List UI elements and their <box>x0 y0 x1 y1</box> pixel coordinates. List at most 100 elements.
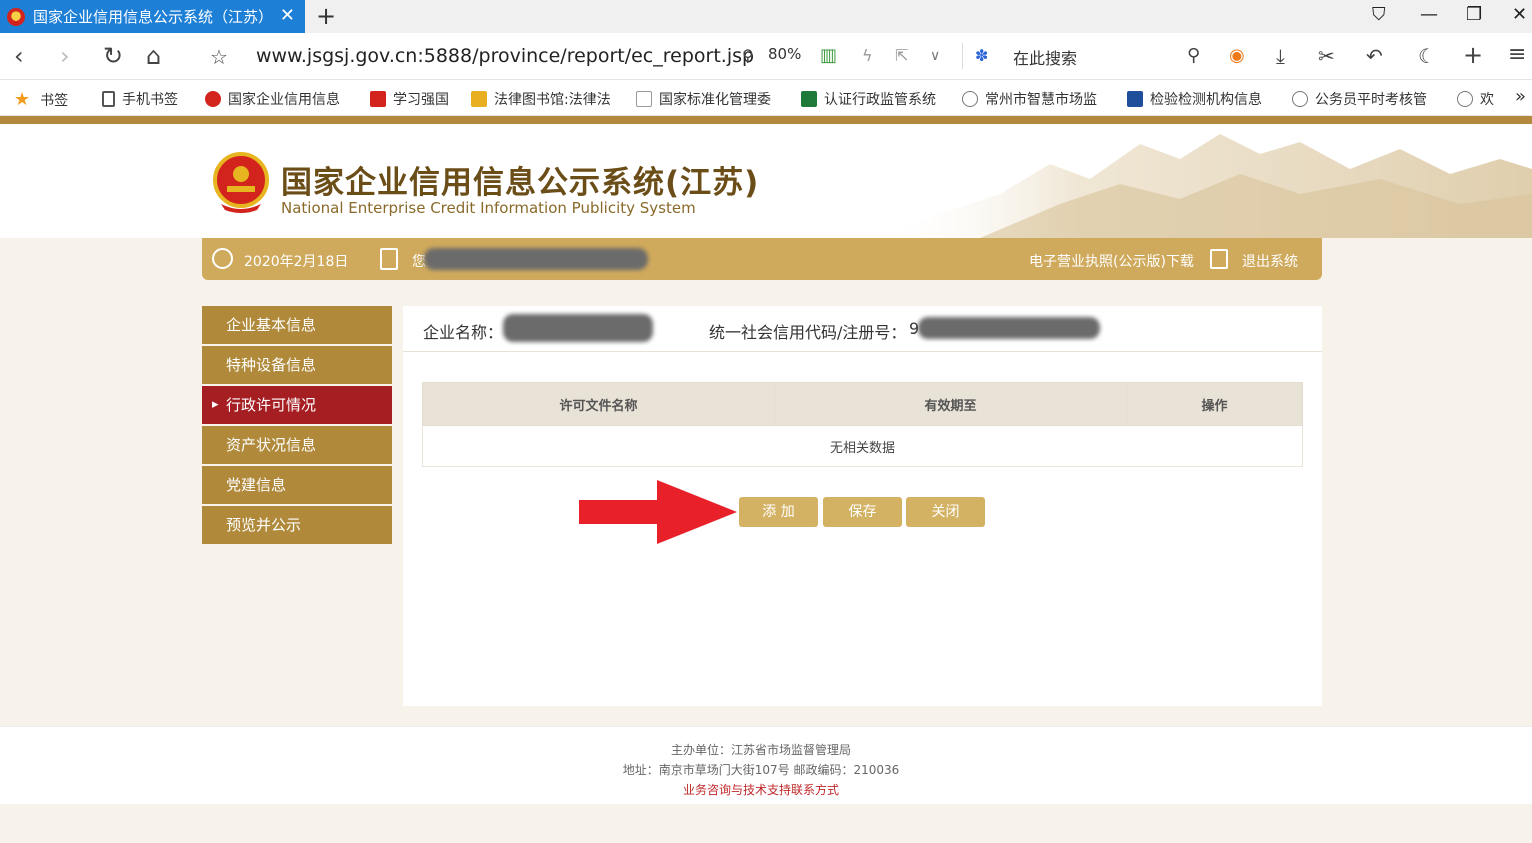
browser-tab-bar: 国家企业信用信息公示系统（江苏） ✕ + ⛉ — ❐ ✕ <box>0 0 1532 33</box>
address-bar[interactable]: www.jsgsj.gov.cn:5888/province/report/ec… <box>256 45 754 67</box>
search-input[interactable]: 在此搜索 <box>1013 45 1077 69</box>
empty-table-message: 无相关数据 <box>422 425 1303 467</box>
bookmark-item[interactable]: 学习强国 <box>370 89 449 109</box>
bookmark-item[interactable]: 欢 <box>1457 89 1494 109</box>
bookmark-item[interactable]: ★ 书签 <box>14 89 68 110</box>
bookmark-item[interactable]: 国家企业信用信息 <box>205 89 340 109</box>
tab-title: 国家企业信用信息公示系统（江苏） <box>33 8 274 26</box>
favorite-star-icon[interactable]: ☆ <box>210 45 228 69</box>
table-row: 无相关数据 <box>422 425 1303 467</box>
site-header: 国家企业信用信息公示系统(江苏) National Enterprise Cre… <box>0 124 1532 238</box>
browser-tab-active[interactable]: 国家企业信用信息公示系统（江苏） ✕ <box>0 0 305 33</box>
cert-icon <box>801 91 817 107</box>
bookmarks-bar: ★ 书签 手机书签 国家企业信用信息 学习强国 法律图书馆:法律法 国家标准化管理… <box>0 80 1532 116</box>
clock-icon <box>212 248 233 269</box>
bookmark-item[interactable]: 手机书签 <box>102 89 178 109</box>
forward-icon[interactable]: › <box>60 42 70 70</box>
phone-icon <box>102 91 115 107</box>
globe-icon <box>1292 91 1308 107</box>
zoom-level[interactable]: 80% <box>768 45 801 63</box>
emblem-icon <box>205 91 221 107</box>
column-header-valid-until: 有效期至 <box>774 382 1127 426</box>
shirt-skin-icon[interactable]: ⛉ <box>1372 4 1386 25</box>
site-title: 国家企业信用信息公示系统(江苏) <box>281 165 760 201</box>
license-table: 许可文件名称 有效期至 操作 无相关数据 <box>422 382 1303 467</box>
column-header-license-name: 许可文件名称 <box>422 382 775 426</box>
bookmark-item[interactable]: 国家标准化管理委 <box>636 89 771 109</box>
bookmark-item[interactable]: 常州市智慧市场监 <box>962 89 1097 109</box>
scissors-icon[interactable]: ✂ <box>1318 44 1335 68</box>
red-arrow-annotation <box>579 480 737 544</box>
globe-icon <box>962 91 978 107</box>
page-footer: 主办单位：江苏省市场监督管理局 地址：南京市草场门大街107号 邮政编码：210… <box>0 726 1532 804</box>
menu-icon[interactable]: ≡ <box>1508 42 1526 67</box>
save-button[interactable]: 保存 <box>823 497 902 527</box>
sidebar-item-party-building[interactable]: 党建信息 <box>202 466 392 504</box>
add-icon[interactable]: + <box>1463 41 1483 69</box>
home-icon[interactable]: ⌂ <box>146 42 161 70</box>
company-info-row: 企业名称： 统一社会信用代码/注册号： 9 <box>403 306 1322 352</box>
redacted-credit-code <box>918 317 1100 339</box>
sidebar-item-basic-info[interactable]: 企业基本信息 <box>202 306 392 344</box>
site-subtitle: National Enterprise Credit Information P… <box>281 199 696 217</box>
close-button[interactable]: 关闭 <box>906 497 985 527</box>
redacted-username <box>424 248 648 270</box>
back-icon[interactable]: ‹ <box>14 42 24 70</box>
main-content-panel: 企业名称： 统一社会信用代码/注册号： 9 许可文件名称 有效期至 操作 无相关… <box>403 306 1322 706</box>
sidebar-item-admin-license[interactable]: 行政许可情况 <box>202 386 392 424</box>
browser-nav-bar: ‹ › ↻ ⌂ ☆ www.jsgsj.gov.cn:5888/province… <box>0 33 1532 80</box>
download-icon[interactable]: ⤓ <box>1276 44 1285 68</box>
user-info-bar: 2020年2月18日 您 电子营业执照(公示版)下载 退出系统 <box>202 238 1322 280</box>
night-mode-icon[interactable]: ☾ <box>1418 44 1436 68</box>
download-license-link[interactable]: 电子营业执照(公示版)下载 <box>1029 251 1194 271</box>
bookmark-item[interactable]: 法律图书馆:法律法 <box>471 89 611 109</box>
minimize-icon[interactable]: — <box>1420 4 1438 25</box>
logout-icon[interactable] <box>1210 249 1228 269</box>
divider <box>962 43 963 69</box>
sidebar-item-preview-publish[interactable]: 预览并公示 <box>202 506 392 544</box>
mountain-landscape-image <box>880 134 1532 238</box>
footer-support-link[interactable]: 业务咨询与技术支持联系方式 <box>0 781 1522 798</box>
xuexi-icon <box>370 91 386 107</box>
sidebar-item-special-equipment[interactable]: 特种设备信息 <box>202 346 392 384</box>
emblem-favicon-icon <box>7 7 25 26</box>
table-header-row: 许可文件名称 有效期至 操作 <box>422 382 1303 426</box>
chevron-down-icon[interactable]: ∨ <box>930 48 940 64</box>
footer-address: 地址：南京市草场门大街107号 邮政编码：210036 <box>622 763 900 777</box>
footer-sponsor: 主办单位：江苏省市场监督管理局 <box>670 743 851 757</box>
undo-icon[interactable]: ↶ <box>1366 44 1383 68</box>
national-emblem-icon <box>213 152 269 213</box>
zoom-icon[interactable]: ⚲ <box>742 46 754 65</box>
credit-code-label: 统一社会信用代码/注册号： <box>709 323 907 342</box>
inspection-icon <box>1127 91 1143 107</box>
redacted-company-name <box>503 314 653 342</box>
lightning-icon[interactable]: ϟ <box>862 46 873 65</box>
bookmark-item[interactable]: 检验检测机构信息 <box>1127 89 1262 109</box>
law-library-icon <box>471 91 487 107</box>
header-top-stripe <box>0 116 1532 124</box>
globe-icon <box>1457 91 1473 107</box>
user-icon <box>380 248 398 270</box>
baidu-paw-icon[interactable]: ✽ <box>975 46 988 65</box>
column-header-actions: 操作 <box>1126 382 1303 426</box>
search-icon[interactable]: ⚲ <box>1187 45 1200 66</box>
share-icon[interactable]: ⇱ <box>895 46 908 65</box>
close-tab-icon[interactable]: ✕ <box>280 5 295 26</box>
new-tab-icon[interactable]: + <box>316 2 336 30</box>
gamepad-icon[interactable]: ◉ <box>1229 45 1245 66</box>
close-window-icon[interactable]: ✕ <box>1512 4 1527 25</box>
current-date: 2020年2月18日 <box>244 254 349 270</box>
left-sidebar: 企业基本信息 特种设备信息 行政许可情况 资产状况信息 党建信息 预览并公示 <box>202 306 392 546</box>
company-name-label: 企业名称： <box>423 323 504 342</box>
sidebar-item-assets[interactable]: 资产状况信息 <box>202 426 392 464</box>
star-icon: ★ <box>14 89 31 110</box>
bookmark-item[interactable]: 认证行政监管系统 <box>801 89 936 109</box>
reload-icon[interactable]: ↻ <box>103 42 123 70</box>
restore-icon[interactable]: ❐ <box>1466 4 1482 25</box>
logout-link[interactable]: 退出系统 <box>1242 251 1298 271</box>
add-button[interactable]: 添 加 <box>739 497 818 527</box>
more-bookmarks-icon[interactable]: » <box>1515 86 1526 107</box>
bookmark-item[interactable]: 公务员平时考核管 <box>1292 89 1427 109</box>
reader-mode-icon[interactable]: ▥ <box>820 45 837 66</box>
standards-icon <box>636 91 652 107</box>
